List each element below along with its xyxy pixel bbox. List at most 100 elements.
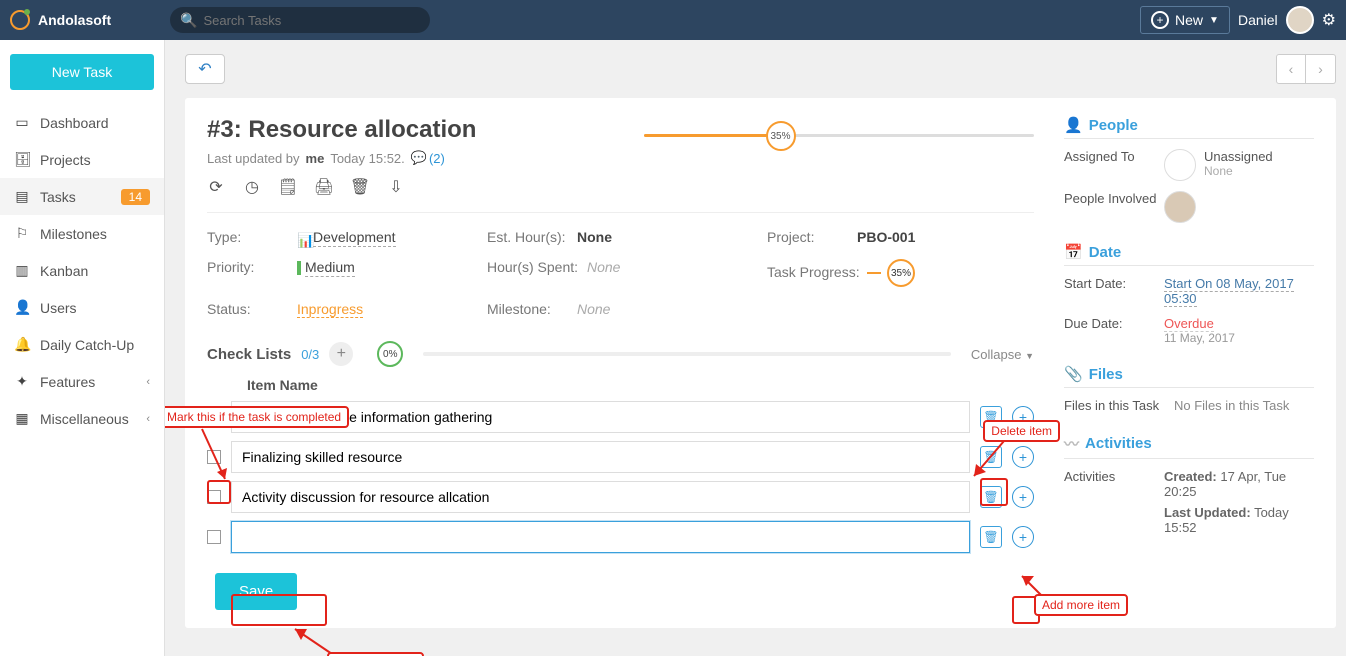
plus-icon: + <box>1151 11 1169 29</box>
checklist-item-input[interactable] <box>231 441 970 473</box>
chat-icon: 💬 <box>411 150 427 166</box>
refresh-icon[interactable]: ⟳ <box>207 178 225 196</box>
puzzle-icon: ✦ <box>14 373 30 390</box>
collapse-toggle[interactable]: Collapse ▼ <box>971 347 1034 362</box>
sidebar-item-catchup[interactable]: 🔔Daily Catch-Up <box>0 326 164 363</box>
checklist-count: 0/3 <box>301 347 319 362</box>
tasks-icon: ▤ <box>14 188 30 205</box>
checklist-checkbox[interactable] <box>207 530 221 544</box>
start-date-value[interactable]: Start On 08 May, 2017 05:30 <box>1164 276 1294 307</box>
annotation-box-addmore <box>1012 596 1040 624</box>
trash-icon: 🗑 <box>983 450 998 464</box>
checklist-checkbox[interactable] <box>207 450 221 464</box>
checklist-row: 🗑 + <box>207 441 1034 473</box>
sidebar-item-projects[interactable]: 🗄Projects <box>0 141 164 178</box>
delete-item-button[interactable]: 🗑 <box>980 446 1002 468</box>
chart-icon: 📊 <box>297 232 309 244</box>
milestone-value[interactable]: None <box>577 301 610 317</box>
chevron-left-icon: ‹ <box>146 413 150 425</box>
main-content: ↶ ‹ › #3: Resource allocation Last updat… <box>165 40 1346 656</box>
save-button[interactable]: Save <box>215 573 297 610</box>
date-section: 📅Date <box>1064 243 1314 266</box>
project-value[interactable]: PBO-001 <box>857 229 915 245</box>
bell-icon: 🔔 <box>14 336 30 353</box>
due-overdue: Overdue <box>1164 316 1214 332</box>
user-avatar[interactable] <box>1286 6 1314 34</box>
activity-icon: 〰 <box>1064 433 1079 454</box>
current-user[interactable]: Daniel <box>1238 12 1278 28</box>
sidebar-item-dashboard[interactable]: ▭Dashboard <box>0 104 164 141</box>
checklist-item-input[interactable] <box>231 521 970 553</box>
comments-link[interactable]: 💬(2) <box>411 150 445 166</box>
archive-icon[interactable]: ⇩ <box>387 178 405 196</box>
search-input[interactable] <box>203 13 420 28</box>
pager-prev[interactable]: ‹ <box>1276 54 1306 84</box>
annotation-add-more: Add more item <box>1034 594 1128 616</box>
paperclip-icon: 📎 <box>1064 365 1083 383</box>
checklist-row: 🗑 + <box>207 401 1034 433</box>
sidebar: New Task ▭Dashboard 🗄Projects ▤Tasks14 ⚐… <box>0 40 165 656</box>
search-icon: 🔍 <box>180 12 197 29</box>
delete-item-button[interactable]: 🗑 <box>980 526 1002 548</box>
sidebar-item-tasks[interactable]: ▤Tasks14 <box>0 178 164 215</box>
pager-next[interactable]: › <box>1306 54 1336 84</box>
milestones-icon: ⚐ <box>14 225 30 242</box>
sidebar-item-misc[interactable]: ▦Miscellaneous‹ <box>0 400 164 437</box>
trash-icon[interactable]: 🗑 <box>351 178 369 196</box>
task-progress-knob[interactable]: 35% <box>887 259 915 287</box>
checklist-item-input[interactable] <box>231 481 970 513</box>
checklist-progress-track <box>423 352 951 356</box>
new-task-button[interactable]: New Task <box>10 54 154 90</box>
files-section: 📎Files <box>1064 365 1314 388</box>
topbar: Andolasoft 🔍 + New ▼ Daniel ⚙ <box>0 0 1346 40</box>
sidebar-item-features[interactable]: ✦Features‹ <box>0 363 164 400</box>
task-title: #3: Resource allocation <box>207 116 1034 144</box>
est-value[interactable]: None <box>577 229 612 245</box>
projects-icon: 🗄 <box>14 151 30 168</box>
back-button[interactable]: ↶ <box>185 54 225 84</box>
new-label: New <box>1175 12 1203 28</box>
status-value[interactable]: Inprogress <box>297 301 363 318</box>
priority-value[interactable]: Medium <box>305 259 355 277</box>
dashboard-icon: ▭ <box>14 114 30 131</box>
progress-slider[interactable]: 35% <box>644 134 1034 137</box>
involved-avatar[interactable] <box>1164 191 1196 223</box>
chevron-down-icon: ▼ <box>1209 15 1219 26</box>
add-item-button[interactable]: + <box>1012 526 1034 548</box>
brand-icon <box>10 10 30 30</box>
annotation-add-name: Add item name <box>327 652 424 656</box>
checklist-item-input[interactable] <box>231 401 970 433</box>
add-item-button[interactable]: + <box>1012 406 1034 428</box>
brand[interactable]: Andolasoft <box>10 10 170 30</box>
priority-indicator <box>297 261 301 275</box>
checklist-add-button[interactable]: + <box>329 342 353 366</box>
item-name-heading: Item Name <box>247 377 1034 393</box>
checklist-checkbox[interactable] <box>207 490 221 504</box>
sidebar-item-users[interactable]: 👤Users <box>0 289 164 326</box>
new-button[interactable]: + New ▼ <box>1140 6 1230 34</box>
activities-section: 〰Activities <box>1064 433 1314 459</box>
progress-knob[interactable]: 35% <box>766 121 796 151</box>
trash-icon: 🗑 <box>983 530 998 544</box>
person-icon: 👤 <box>1064 116 1083 134</box>
people-section: 👤People <box>1064 116 1314 139</box>
delete-item-button[interactable]: 🗑 <box>980 486 1002 508</box>
clock-icon[interactable]: ◷ <box>243 178 261 196</box>
print-icon[interactable]: 🖨 <box>315 178 333 196</box>
sidebar-item-kanban[interactable]: ▥Kanban <box>0 252 164 289</box>
sidebar-item-milestones[interactable]: ⚐Milestones <box>0 215 164 252</box>
gear-icon[interactable]: ⚙ <box>1322 10 1336 30</box>
grid-icon: ▦ <box>14 410 30 427</box>
add-item-button[interactable]: + <box>1012 486 1034 508</box>
task-subtitle: Last updated by me Today 15:52. 💬(2) <box>207 150 1034 166</box>
delete-item-button[interactable]: 🗑 <box>980 406 1002 428</box>
task-card: #3: Resource allocation Last updated by … <box>185 98 1336 628</box>
spent-value[interactable]: None <box>587 259 620 275</box>
checklist-checkbox[interactable] <box>207 410 221 424</box>
checklist-pct: 0% <box>377 341 403 367</box>
search-field[interactable]: 🔍 <box>170 7 430 33</box>
checklist-header: Check Lists 0/3 + 0% Collapse ▼ <box>207 341 1034 367</box>
note-icon[interactable]: 🗒 <box>279 178 297 196</box>
type-value[interactable]: Development <box>313 229 396 247</box>
add-item-button[interactable]: + <box>1012 446 1034 468</box>
